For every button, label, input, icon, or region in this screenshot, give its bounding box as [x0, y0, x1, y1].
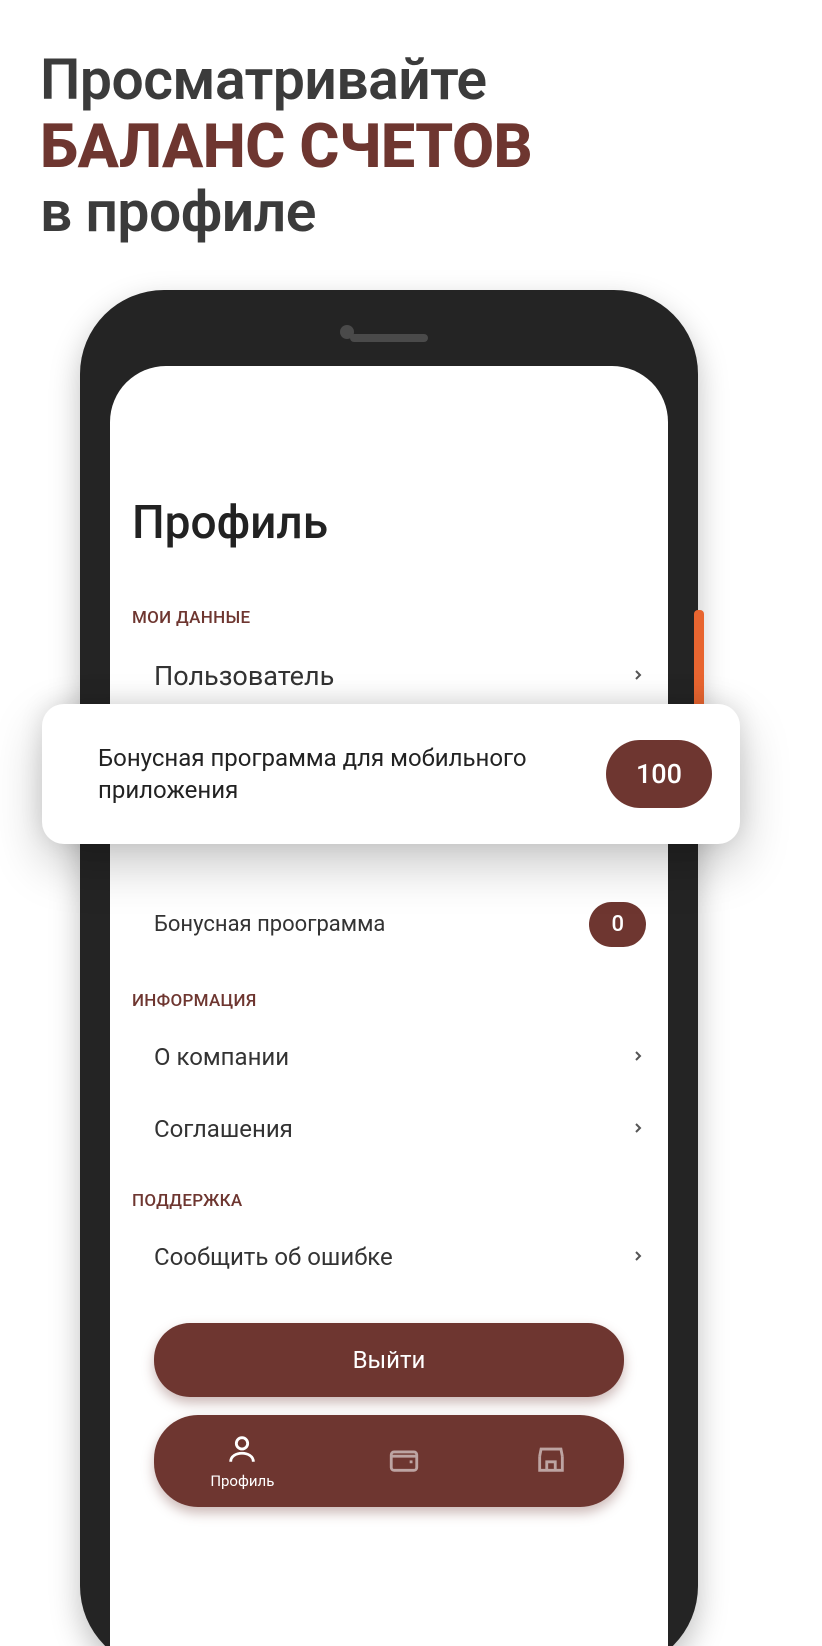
profile-screen: Профиль МОИ ДАННЫЕ Пользователь Бонусная…: [110, 366, 668, 1646]
headline-line2: БАЛАНС СЧЕТОВ: [40, 112, 782, 180]
menu-item-about[interactable]: О компании: [110, 1021, 668, 1093]
page-title: Профиль: [132, 496, 668, 550]
menu-item-user[interactable]: Пользователь: [110, 638, 668, 714]
balance-pill: 0: [589, 902, 646, 947]
balance-row-bonus[interactable]: Бонусная проограмма 0: [110, 884, 668, 965]
profile-icon: [225, 1432, 259, 1466]
nav-item-wallet[interactable]: [387, 1442, 421, 1480]
phone-mockup: Профиль МОИ ДАННЫЕ Пользователь Бонусная…: [80, 290, 698, 1646]
wallet-icon: [387, 1442, 421, 1476]
nav-item-store[interactable]: [534, 1442, 568, 1480]
menu-item-label: Соглашения: [154, 1115, 293, 1143]
menu-item-label: Сообщить об ошибке: [154, 1243, 393, 1271]
phone-speaker-icon: [350, 334, 428, 342]
chevron-right-icon: [630, 1245, 646, 1270]
section-label-my-data: МОИ ДАННЫЕ: [132, 608, 646, 628]
bonus-card-value-pill: 100: [606, 740, 712, 808]
nav-item-label: Профиль: [210, 1472, 274, 1490]
store-icon: [534, 1442, 568, 1476]
phone-screen: Профиль МОИ ДАННЫЕ Пользователь Бонусная…: [110, 366, 668, 1646]
logout-button-label: Выйти: [353, 1346, 426, 1374]
chevron-right-icon: [630, 664, 646, 689]
section-label-info: ИНФОРМАЦИЯ: [132, 991, 646, 1011]
headline-line1: Просматривайте: [40, 48, 782, 112]
menu-item-report-bug[interactable]: Сообщить об ошибке: [110, 1221, 668, 1293]
headline: Просматривайте БАЛАНС СЧЕТОВ в профиле: [40, 48, 782, 244]
bonus-program-card[interactable]: Бонусная программа для мобильного прилож…: [42, 704, 740, 844]
menu-item-agreements[interactable]: Соглашения: [110, 1093, 668, 1165]
menu-item-label: Пользователь: [154, 660, 334, 692]
menu-item-label: О компании: [154, 1043, 289, 1071]
bottom-nav: Профиль: [154, 1415, 624, 1507]
nav-item-profile[interactable]: Профиль: [210, 1432, 274, 1490]
bonus-card-text: Бонусная программа для мобильного прилож…: [98, 742, 590, 807]
logout-button[interactable]: Выйти: [154, 1323, 624, 1397]
app-promo-canvas: Просматривайте БАЛАНС СЧЕТОВ в профиле П…: [0, 0, 822, 1646]
section-label-support: ПОДДЕРЖКА: [132, 1191, 646, 1211]
balance-row-label: Бонусная проограмма: [154, 912, 385, 937]
headline-line3: в профиле: [40, 180, 782, 244]
chevron-right-icon: [630, 1045, 646, 1070]
phone-side-button: [694, 610, 704, 710]
chevron-right-icon: [630, 1117, 646, 1142]
